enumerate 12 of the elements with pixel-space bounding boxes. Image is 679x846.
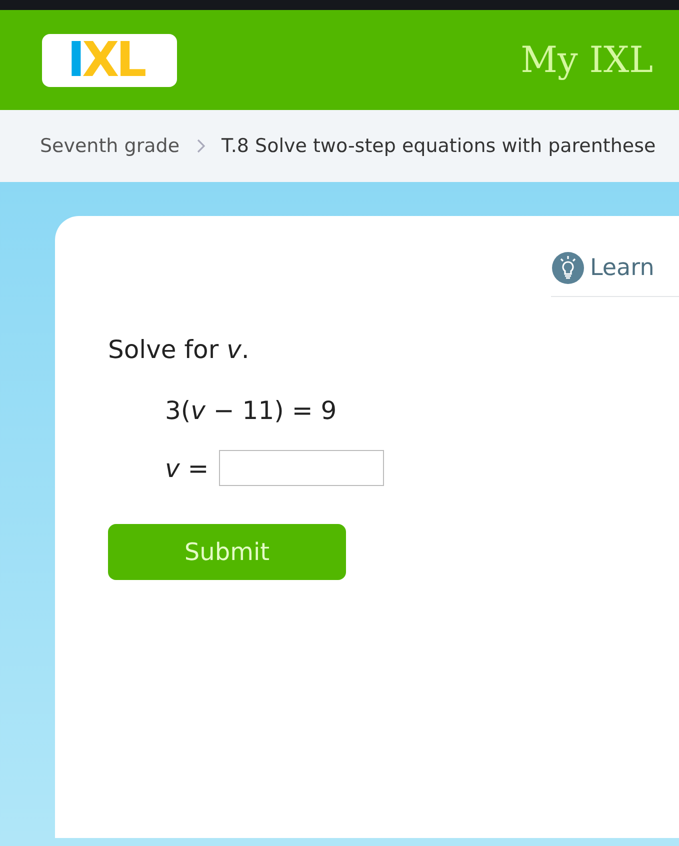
logo[interactable]: IXL (42, 34, 177, 86)
answer-box[interactable] (218, 450, 384, 486)
breadcrumb-link[interactable]: Seventh grade (40, 135, 180, 157)
lightbulb-icon (552, 252, 584, 284)
chevron-icon (196, 138, 206, 154)
my-ixl-link[interactable]: My IXL (520, 40, 653, 80)
breadcrumb-current: T.8 Solve two-step equations with parenthese (222, 135, 656, 157)
answer-label: v = (165, 454, 209, 482)
submit-button[interactable]: Submit (108, 524, 346, 580)
equation: 3(v − 11) = 9 (165, 396, 338, 425)
question-prompt: Solve for v. (108, 335, 250, 364)
learn-link[interactable]: Learn (552, 252, 679, 284)
